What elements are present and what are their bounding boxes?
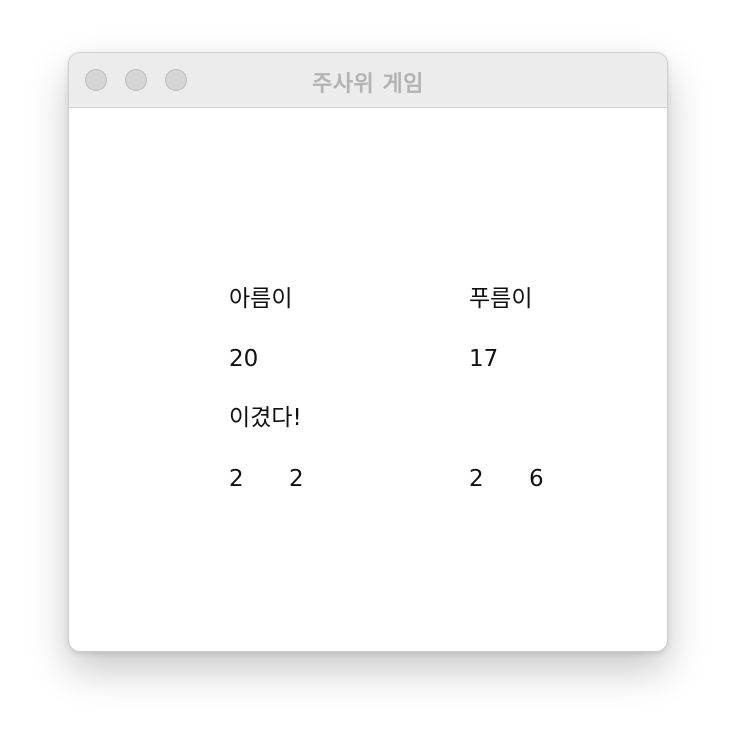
window-title: 주사위 게임 (312, 72, 424, 97)
player2-score: 17 (469, 346, 499, 372)
title-bar[interactable]: 주사위 게임 (69, 53, 667, 108)
player1-die-2: 2 (289, 466, 304, 492)
player1-die-1: 2 (229, 466, 244, 492)
player1-name: 아름이 (229, 286, 293, 312)
player1-result: 이겼다! (229, 405, 302, 431)
player2-die-2: 6 (529, 466, 544, 492)
player2-die-1: 2 (469, 466, 484, 492)
player1-score: 20 (229, 346, 259, 372)
game-panel: 아름이 20 이겼다! 2 2 푸름이 17 2 6 (69, 108, 667, 651)
game-window: 주사위 게임 아름이 20 이겼다! 2 2 푸름이 17 2 6 (68, 52, 668, 652)
player2-name: 푸름이 (469, 286, 533, 312)
